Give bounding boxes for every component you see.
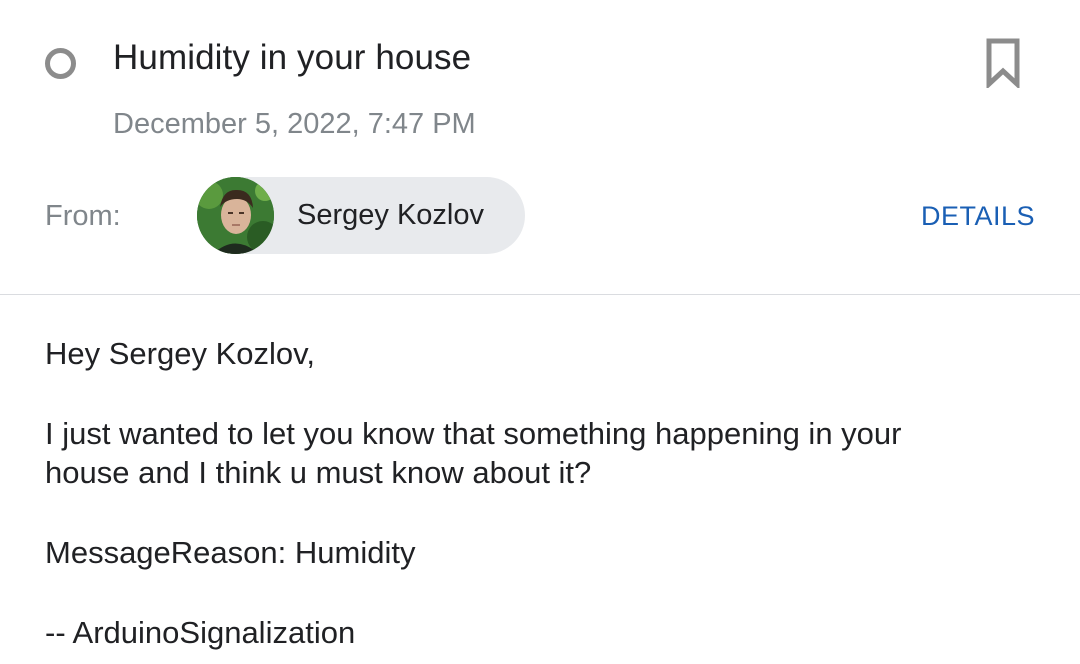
header-divider [0, 294, 1080, 295]
email-header: Humidity in your house December 5, 2022,… [0, 0, 1080, 294]
email-subject: Humidity in your house [113, 38, 472, 77]
sender-name: Sergey Kozlov [297, 199, 484, 231]
details-link[interactable]: DETAILS [921, 201, 1035, 232]
sender-chip[interactable]: Sergey Kozlov [197, 177, 525, 254]
body-signature: -- ArduinoSignalization [45, 615, 356, 650]
email-date: December 5, 2022, 7:47 PM [113, 108, 476, 140]
from-label: From: [45, 200, 121, 232]
body-line: house and I think u must know about it? [45, 455, 592, 490]
avatar [197, 177, 274, 254]
bookmark-icon[interactable] [984, 38, 1022, 88]
email-body: Hey Sergey Kozlov, I just wanted to let … [45, 334, 1035, 652]
body-greeting: Hey Sergey Kozlov, [45, 336, 315, 371]
email-view: Humidity in your house December 5, 2022,… [0, 0, 1080, 664]
circle-outline-icon[interactable] [45, 48, 76, 79]
body-reason: MessageReason: Humidity [45, 535, 416, 570]
body-line: I just wanted to let you know that somet… [45, 416, 902, 451]
